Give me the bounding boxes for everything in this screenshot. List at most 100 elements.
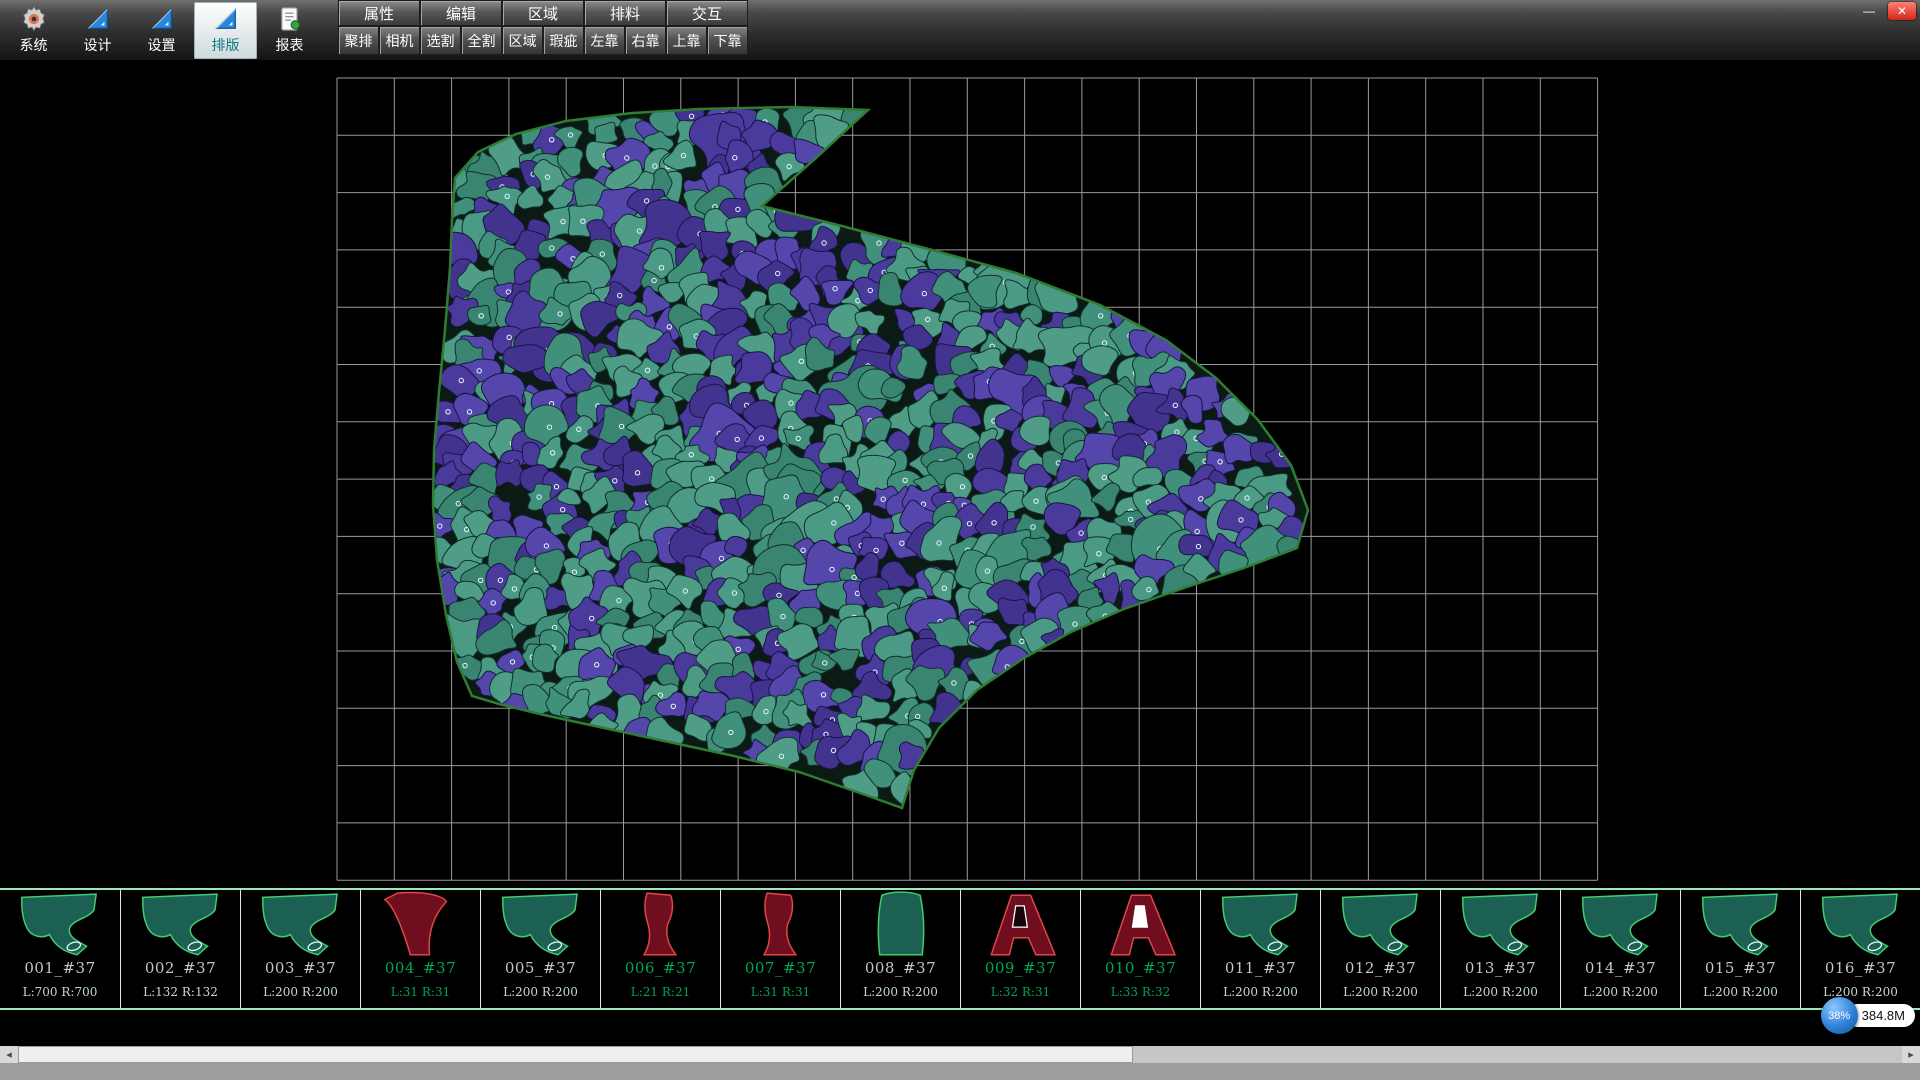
piece-lr-count: L:200 R:200: [1223, 985, 1298, 999]
nav-system-button[interactable]: 系统: [2, 2, 65, 59]
piece-lr-count: L:200 R:200: [1703, 985, 1778, 999]
piece-lr-count: L:200 R:200: [1463, 985, 1538, 999]
tool-button-9[interactable]: 上靠: [666, 26, 707, 55]
piece-thumbnail-016_#37[interactable]: 016_#37L:200 R:200: [1800, 890, 1920, 1008]
piece-thumbnail-001_#37[interactable]: 001_#37L:700 R:700: [0, 890, 120, 1008]
piece-lr-count: L:200 R:200: [503, 985, 578, 999]
piece-lr-count: L:132 R:132: [143, 985, 218, 999]
piece-thumbnail-003_#37[interactable]: 003_#37 L:200 R:200: [240, 890, 360, 1008]
piece-lr-count: L:200 R:200: [263, 985, 338, 999]
piece-thumbnail-strip: 001_#37L:700 R:700 002_#37 L:132 R:132 003_…: [0, 888, 1920, 1010]
nav-label: 设置: [148, 35, 176, 55]
piece-id: 003_#37: [265, 959, 336, 977]
piece-id: 005_#37: [505, 959, 576, 977]
menu-tab-5[interactable]: 交互: [666, 0, 748, 26]
scrollbar-thumb[interactable]: [18, 1046, 1133, 1063]
piece-lr-count: L:31 R:31: [751, 985, 810, 999]
piece-thumbnail-013_#37[interactable]: 013_#37L:200 R:200: [1440, 890, 1560, 1008]
tool-button-1[interactable]: 聚排: [338, 26, 379, 55]
gear-icon: [19, 5, 49, 33]
piece-lr-count: L:21 R:21: [631, 985, 690, 999]
menu-tab-2[interactable]: 编辑: [420, 0, 502, 26]
piece-id: 014_#37: [1585, 959, 1656, 977]
tool-button-5[interactable]: 区域: [502, 26, 543, 55]
nav-settings-button[interactable]: 设置: [130, 2, 193, 59]
scroll-left-arrow[interactable]: ◂: [0, 1046, 18, 1063]
nesting-app-window: 系统设计设置排版报表 属性编辑区域排料交互 聚排相机选割全割区域瑕疵左靠右靠上靠…: [0, 0, 1920, 1080]
tool-button-8[interactable]: 右靠: [625, 26, 666, 55]
piece-thumbnail-011_#37[interactable]: 011_#37 L:200 R:200: [1200, 890, 1320, 1008]
piece-shape: [1445, 891, 1557, 959]
close-button[interactable]: ✕: [1888, 2, 1916, 20]
piece-thumbnail-015_#37[interactable]: 015_#37 L:200 R:200: [1680, 890, 1800, 1008]
piece-shape: [1805, 891, 1917, 959]
piece-lr-count: L:31 R:31: [391, 985, 450, 999]
tool-button-6[interactable]: 瑕疵: [543, 26, 584, 55]
scroll-right-arrow[interactable]: ▸: [1902, 1046, 1920, 1063]
piece-id: 002_#37: [145, 959, 216, 977]
piece-thumbnail-010_#37[interactable]: 010_#37 L:33 R:32: [1080, 890, 1200, 1008]
piece-shape: [1085, 891, 1197, 959]
piece-shape: [1325, 891, 1437, 959]
menu-tab-3[interactable]: 区域: [502, 0, 584, 26]
tool-button-2[interactable]: 相机: [379, 26, 420, 55]
menu-area: 属性编辑区域排料交互 聚排相机选割全割区域瑕疵左靠右靠上靠下靠: [338, 0, 748, 55]
nav-layout-button[interactable]: 排版: [194, 2, 257, 59]
progress-percent-badge: 38%: [1821, 997, 1858, 1034]
piece-shape: [1565, 891, 1677, 959]
piece-thumbnail-005_#37[interactable]: 005_#37 L:200 R:200: [480, 890, 600, 1008]
tool-button-10[interactable]: 下靠: [707, 26, 748, 55]
scrollbar-track[interactable]: [18, 1046, 1902, 1063]
piece-id: 016_#37: [1825, 959, 1896, 977]
piece-thumbnail-007_#37[interactable]: 007_#37 L:31 R:31: [720, 890, 840, 1008]
piece-thumbnail-008_#37[interactable]: 008_#37 L:200 R:200: [840, 890, 960, 1008]
piece-thumbnail-012_#37[interactable]: 012_#37 L:200 R:200: [1320, 890, 1440, 1008]
piece-shape: [605, 891, 717, 959]
piece-id: 011_#37: [1225, 959, 1296, 977]
piece-id: 012_#37: [1345, 959, 1416, 977]
piece-shape: [245, 891, 357, 959]
nav-label: 排版: [212, 35, 240, 55]
tool-button-7[interactable]: 左靠: [584, 26, 625, 55]
tool-button-3[interactable]: 选割: [420, 26, 461, 55]
triangle-ruler-icon: [211, 5, 241, 33]
triangle-ruler-icon: [83, 5, 113, 33]
piece-id: 015_#37: [1705, 959, 1776, 977]
triangle-ruler-icon: [147, 5, 177, 33]
nav-design-button[interactable]: 设计: [66, 2, 129, 59]
piece-lr-count: L:200 R:200: [1343, 985, 1418, 999]
piece-lr-count: L:32 R:31: [991, 985, 1050, 999]
nesting-canvas[interactable]: [0, 60, 1920, 888]
tool-button-4[interactable]: 全割: [461, 26, 502, 55]
piece-thumbnail-004_#37[interactable]: 004_#37 L:31 R:31: [360, 890, 480, 1008]
menu-tab-4[interactable]: 排料: [584, 0, 666, 26]
nav-label: 系统: [20, 35, 48, 55]
piece-thumbnail-009_#37[interactable]: 009_#37 L:32 R:31: [960, 890, 1080, 1008]
piece-thumbnail-006_#37[interactable]: 006_#37 L:21 R:21: [600, 890, 720, 1008]
piece-id: 006_#37: [625, 959, 696, 977]
piece-shape: [4, 891, 116, 959]
piece-lr-count: L:33 R:32: [1111, 985, 1170, 999]
window-controls: — ✕: [1855, 2, 1916, 20]
nav-report-button[interactable]: 报表: [258, 2, 321, 59]
piece-lr-count: L:700 R:700: [23, 985, 98, 999]
piece-id: 009_#37: [985, 959, 1056, 977]
nav-label: 设计: [84, 35, 112, 55]
piece-thumbnail-002_#37[interactable]: 002_#37 L:132 R:132: [120, 890, 240, 1008]
minimize-button[interactable]: —: [1855, 2, 1883, 20]
piece-id: 004_#37: [385, 959, 456, 977]
piece-shape: [845, 891, 957, 959]
menu-tab-1[interactable]: 属性: [338, 0, 420, 26]
piece-id: 010_#37: [1105, 959, 1176, 977]
menu-tab-row: 属性编辑区域排料交互: [338, 0, 748, 26]
piece-thumbnail-014_#37[interactable]: 014_#37 L:200 R:200: [1560, 890, 1680, 1008]
horizontal-scrollbar[interactable]: ◂ ▸: [0, 1046, 1920, 1063]
main-nav: 系统 设计 设置 排版 报表: [0, 0, 322, 60]
piece-lr-count: L:200 R:200: [863, 985, 938, 999]
bottom-edge-bar: [0, 1063, 1920, 1080]
piece-id: 007_#37: [745, 959, 816, 977]
nav-label: 报表: [276, 35, 304, 55]
piece-shape: [485, 891, 597, 959]
piece-id: 008_#37: [865, 959, 936, 977]
piece-lr-count: L:200 R:200: [1583, 985, 1658, 999]
